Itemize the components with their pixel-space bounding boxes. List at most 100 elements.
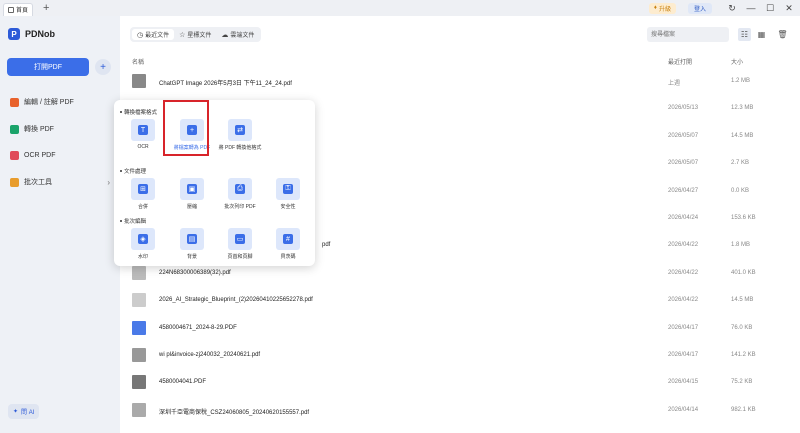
pdf-convert-icon: ⇄	[228, 119, 252, 141]
file-size: 2.7 KB	[731, 160, 750, 167]
ask-ai-label: 問 AI	[21, 410, 35, 416]
cloud-icon: ☁	[221, 31, 229, 39]
chevron-right-icon: ›	[107, 177, 110, 187]
file-size: 153.6 KB	[731, 215, 756, 221]
file-thumbnail	[132, 320, 146, 335]
section-title-batch-edit: 批次編輯	[120, 217, 146, 225]
upgrade-label: 升級	[658, 6, 671, 13]
file-row[interactable]: ChatGPT Image 2026年5月3日 下午11_24_24.pdf 上週…	[130, 68, 790, 94]
tool-header-footer[interactable]: ▭ 頁首和頁腳	[218, 228, 262, 262]
file-size: 76.0 KB	[731, 324, 753, 331]
header-footer-icon: ▭	[228, 228, 252, 250]
file-size: 75.2 KB	[731, 379, 753, 386]
batch-tools-icon	[10, 177, 19, 187]
file-size: 14.5 MB	[731, 132, 754, 139]
search-input[interactable]	[647, 27, 729, 42]
app-logo: P PDNob	[8, 28, 55, 40]
file-date: 2026/05/07	[668, 132, 699, 139]
clock-icon: ◷	[137, 31, 144, 39]
sidebar-item-batch[interactable]: 批次工具 ›	[10, 175, 110, 189]
file-size: 1.2 MB	[731, 78, 751, 84]
file-size: 0.0 KB	[731, 187, 750, 194]
login-button[interactable]: 登入	[687, 2, 712, 14]
upgrade-button[interactable]: ♦ 升級	[648, 2, 676, 14]
column-name: 名稱	[132, 60, 145, 66]
title-bar: 首頁 + ♦ 升級 登入 ↻ — ☐ ✕	[0, 0, 800, 16]
merge-icon: ⊞	[131, 178, 155, 200]
create-plus-button[interactable]: +	[95, 59, 111, 75]
file-date: 2026/04/24	[668, 215, 699, 221]
section-title-convert: 轉換檔案格式	[120, 108, 157, 116]
file-row[interactable]: 2026_AI_Strategic_Blueprint_(2)202604102…	[130, 287, 790, 313]
file-thumbnail	[132, 293, 146, 308]
file-size: 12.3 MB	[731, 105, 754, 112]
tool-background[interactable]: ▤ 背景	[170, 228, 214, 262]
sidebar: P PDNob 打開PDF + 編輯 / 註解 PDF 轉換 PDF OCR P…	[0, 16, 120, 433]
printer-icon: ⎙	[228, 178, 252, 200]
table-header: 名稱 最近打開 大小	[130, 57, 790, 67]
file-date: 2026/04/15	[668, 379, 699, 386]
selection-highlight	[163, 100, 209, 156]
trash-icon[interactable]: 🗑	[776, 28, 789, 41]
file-name: 224N68300006389(32).pdf	[159, 269, 231, 276]
tool-bates[interactable]: # 貝茨碼	[266, 228, 310, 262]
maximize-icon[interactable]: ☐	[762, 3, 778, 14]
file-name: ChatGPT Image 2026年5月3日 下午11_24_24.pdf	[159, 81, 292, 87]
sidebar-item-edit[interactable]: 編輯 / 註解 PDF	[10, 95, 110, 109]
file-name: wi pl&invoice-zj240032_20240621.pdf	[159, 352, 261, 358]
file-row[interactable]: wi pl&invoice-zj240032_20240621.pdf 2026/…	[130, 342, 790, 368]
file-size: 1.8 MB	[731, 242, 751, 249]
watermark-icon: ◈	[131, 228, 155, 250]
tab-cloud[interactable]: ☁ 雲端文件	[216, 29, 259, 40]
grid-view-icon[interactable]: ▦	[755, 28, 768, 41]
file-date: 2026/04/17	[668, 324, 699, 331]
open-pdf-button[interactable]: 打開PDF	[7, 58, 89, 76]
tab-recent[interactable]: ◷ 最近文件	[132, 29, 175, 40]
convert-icon	[10, 124, 19, 134]
file-name: 2026_AI_Strategic_Blueprint_(2)202604102…	[159, 297, 313, 304]
refresh-icon[interactable]: ↻	[724, 3, 740, 14]
logo-icon: P	[8, 28, 20, 40]
tool-security[interactable]: ⚿ 安全性	[266, 178, 310, 212]
tab-home-label: 首頁	[16, 8, 29, 14]
sidebar-item-convert[interactable]: 轉換 PDF	[10, 122, 110, 136]
file-thumbnail	[132, 348, 146, 362]
tool-ocr[interactable]: T OCR	[121, 119, 165, 153]
file-thumbnail	[132, 74, 146, 88]
tool-pdf-to-other[interactable]: ⇄ 將 PDF 轉換他格式	[218, 119, 262, 153]
tool-compress[interactable]: ▣ 壓縮	[170, 178, 214, 212]
file-date: 2026/04/22	[668, 242, 699, 249]
tool-batch-print[interactable]: ⎙ 批次列印 PDF	[218, 178, 262, 212]
home-tab-icon	[8, 6, 14, 13]
sidebar-item-ocr[interactable]: OCR PDF	[10, 148, 110, 162]
file-size: 982.1 KB	[731, 406, 756, 413]
sidebar-item-label: 轉換 PDF	[24, 126, 54, 133]
minimize-icon[interactable]: —	[743, 3, 759, 13]
file-thumbnail	[132, 265, 146, 280]
list-view-icon[interactable]: ☷	[738, 28, 751, 41]
file-date: 2026/04/22	[668, 297, 699, 304]
tab-home[interactable]: 首頁	[3, 2, 34, 16]
tool-label: 安全性	[280, 204, 296, 210]
star-icon: ☆	[179, 31, 186, 39]
tool-label: 貝茨碼	[280, 254, 296, 260]
column-date: 最近打開	[668, 60, 693, 66]
lock-icon: ⚿	[276, 178, 300, 200]
tab-label: 最近文件	[145, 33, 170, 39]
tab-starred[interactable]: ☆ 星標文件	[174, 29, 216, 40]
file-thumbnail	[132, 402, 146, 417]
file-row[interactable]: 4580004041.PDF 2026/04/15 75.2 KB	[130, 369, 790, 395]
file-row[interactable]: 深圳千亞電商保稅_CSZ24060805_20240620155557.pdf 2…	[130, 397, 790, 423]
file-date: 2026/04/17	[668, 352, 699, 358]
file-tabs: ◷ 最近文件 ☆ 星標文件 ☁ 雲端文件	[130, 27, 262, 42]
file-row[interactable]: 4580004671_2024-8-29.PDF 2026/04/17 76.0 K…	[130, 315, 790, 341]
tool-merge[interactable]: ⊞ 合併	[121, 178, 165, 212]
ask-ai-button[interactable]: ✦ 問 AI	[8, 404, 40, 419]
close-icon[interactable]: ✕	[781, 3, 797, 14]
file-name: pdf	[322, 242, 331, 249]
convert-tools-popup: 轉換檔案格式 T OCR + 將檔案轉為 PDF ⇄ 將 PDF 轉換他格式 文…	[114, 100, 315, 266]
file-date: 2026/04/14	[668, 406, 699, 413]
tool-watermark[interactable]: ◈ 水印	[121, 228, 165, 262]
sidebar-item-label: OCR PDF	[24, 151, 56, 159]
new-tab-button[interactable]: +	[43, 2, 49, 14]
